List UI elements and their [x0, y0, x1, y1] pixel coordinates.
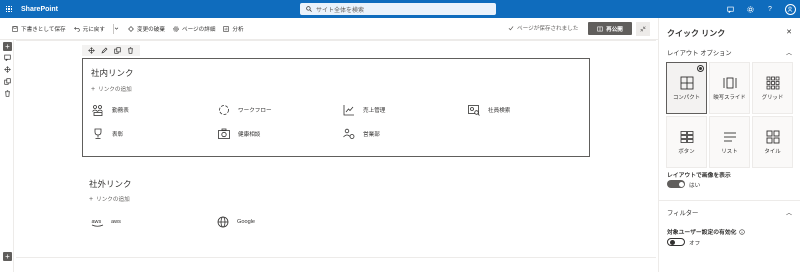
button-layout-icon — [680, 130, 693, 143]
quick-link-item[interactable]: 勤務表 — [91, 103, 129, 117]
quick-links-webpart[interactable]: 社内リンク + リンクの追加 勤務表 ワークフロー 売上管理 社員検索 表彰 健… — [82, 58, 590, 157]
command-bar: 下書きとして保存 元に戻す 変更の破棄 ページの詳細 分析 ページが保存されまし… — [0, 18, 658, 40]
publish-icon — [597, 26, 603, 31]
gear-icon — [173, 25, 179, 32]
chevron-up-icon[interactable]: ︿ — [786, 48, 792, 57]
duplicate-icon[interactable] — [3, 77, 12, 86]
delete-icon[interactable] — [3, 89, 12, 98]
quick-link-item[interactable]: 営業部 — [342, 127, 380, 141]
analytics-button[interactable]: 分析 — [223, 25, 244, 33]
layout-grid-option[interactable]: グリッド — [752, 62, 793, 114]
edit-pencil-icon[interactable] — [98, 45, 111, 56]
show-images-label: レイアウトで画像を表示 — [667, 173, 731, 179]
analytics-icon — [223, 25, 230, 32]
add-section-button[interactable]: + — [3, 42, 12, 51]
panel-title: クイック リンク — [667, 29, 726, 38]
webpart-title[interactable]: 社内リンク — [91, 67, 134, 79]
brand-name[interactable]: SharePoint — [21, 6, 58, 13]
search-placeholder: サイト全体を検索 — [316, 7, 365, 14]
user-avatar-icon[interactable] — [780, 0, 800, 18]
suite-bar: SharePoint サイト全体を検索 ? — [0, 0, 800, 18]
comment-icon[interactable] — [3, 53, 12, 62]
add-section-bottom-button[interactable]: + — [3, 252, 12, 261]
layout-list-option[interactable]: リスト — [709, 116, 750, 168]
plus-icon: + — [89, 195, 94, 203]
audience-targeting-value: オフ — [689, 241, 701, 247]
quick-link-item[interactable]: 健康相談 — [217, 127, 260, 141]
layout-tiles-option[interactable]: タイル — [752, 116, 793, 168]
help-icon[interactable]: ? — [760, 0, 780, 18]
undo-dropdown[interactable] — [114, 26, 122, 31]
list-layout-icon — [723, 132, 736, 141]
republish-button[interactable]: 再公開 — [588, 22, 632, 35]
tiles-layout-icon — [766, 130, 779, 143]
save-icon — [12, 25, 18, 32]
external-links-title[interactable]: 社外リンク — [89, 178, 132, 190]
duplicate-webpart-icon[interactable] — [111, 45, 124, 56]
save-status: ページが保存されました — [508, 24, 578, 32]
plus-icon: + — [91, 85, 96, 93]
info-icon[interactable] — [739, 228, 746, 235]
filmstrip-layout-icon — [723, 77, 736, 88]
show-images-value: はい — [689, 183, 701, 189]
grid-layout-icon — [766, 76, 779, 89]
move-icon[interactable] — [3, 65, 12, 74]
id-search-icon — [467, 103, 481, 117]
move-handle-icon[interactable] — [85, 45, 98, 56]
undo-icon — [73, 26, 80, 32]
chevron-up-icon[interactable]: ︿ — [786, 208, 792, 217]
gear-icon[interactable] — [740, 0, 760, 18]
cycle-icon — [217, 103, 231, 117]
layout-compact-option[interactable]: コンパクト — [666, 62, 707, 114]
chevron-down-icon — [114, 27, 119, 30]
audience-targeting-toggle[interactable] — [667, 238, 685, 246]
webpart-toolbar — [82, 45, 140, 56]
delete-webpart-icon[interactable] — [124, 45, 137, 56]
search-input[interactable]: サイト全体を検索 — [300, 3, 496, 15]
compact-layout-icon — [680, 76, 693, 89]
external-link-item[interactable]: aws aws — [90, 215, 121, 229]
add-link-button[interactable]: + リンクの追加 — [91, 85, 132, 94]
audience-targeting-label: 対象ユーザー設定の有効化 — [667, 227, 746, 236]
people-grid-icon — [91, 103, 105, 117]
quick-link-item[interactable]: 売上管理 — [342, 103, 385, 117]
globe-icon — [216, 215, 230, 229]
add-external-link-button[interactable]: + リンクの追加 — [89, 195, 130, 204]
discard-changes-button[interactable]: 変更の破棄 — [128, 25, 165, 33]
collapse-panel-button[interactable] — [636, 22, 650, 36]
layout-options-header[interactable]: レイアウト オプション — [667, 48, 732, 57]
page-details-button[interactable]: ページの詳細 — [173, 25, 215, 33]
camera-icon — [217, 127, 231, 141]
undo-button[interactable]: 元に戻す — [73, 25, 105, 33]
layout-filmstrip-option[interactable]: 映写スライド — [709, 62, 750, 114]
quick-link-item[interactable]: 表彰 — [91, 127, 123, 141]
trophy-icon — [91, 127, 105, 141]
panel-divider — [659, 200, 800, 201]
left-toolbox: + + — [0, 40, 14, 272]
team-icon — [342, 127, 356, 141]
layout-button-option[interactable]: ボタン — [666, 116, 707, 168]
chart-up-icon — [342, 103, 356, 117]
external-link-item[interactable]: Google — [216, 215, 255, 229]
property-pane: クイック リンク ✕ レイアウト オプション ︿ コンパクト 映写スライド グリ… — [658, 18, 800, 272]
app-launcher-icon[interactable] — [0, 0, 18, 18]
close-icon[interactable]: ✕ — [786, 28, 792, 36]
check-icon — [508, 26, 514, 31]
quick-link-item[interactable]: ワークフロー — [217, 103, 272, 117]
save-draft-button[interactable]: 下書きとして保存 — [12, 25, 66, 33]
section-divider — [16, 257, 656, 258]
search-icon — [306, 6, 312, 12]
quick-link-item[interactable]: 社員検索 — [467, 103, 510, 117]
collapse-icon — [640, 26, 646, 32]
aws-logo-icon: aws — [90, 215, 104, 229]
svg-text:aws: aws — [91, 219, 101, 225]
chat-icon[interactable] — [720, 0, 740, 18]
selected-radio-icon — [697, 65, 704, 72]
filter-header[interactable]: フィルター — [667, 208, 698, 217]
discard-icon — [128, 25, 134, 32]
section-divider — [16, 40, 656, 41]
show-images-toggle[interactable] — [667, 180, 685, 188]
layout-options-grid: コンパクト 映写スライド グリッド ボタン リスト タイル — [666, 62, 794, 168]
